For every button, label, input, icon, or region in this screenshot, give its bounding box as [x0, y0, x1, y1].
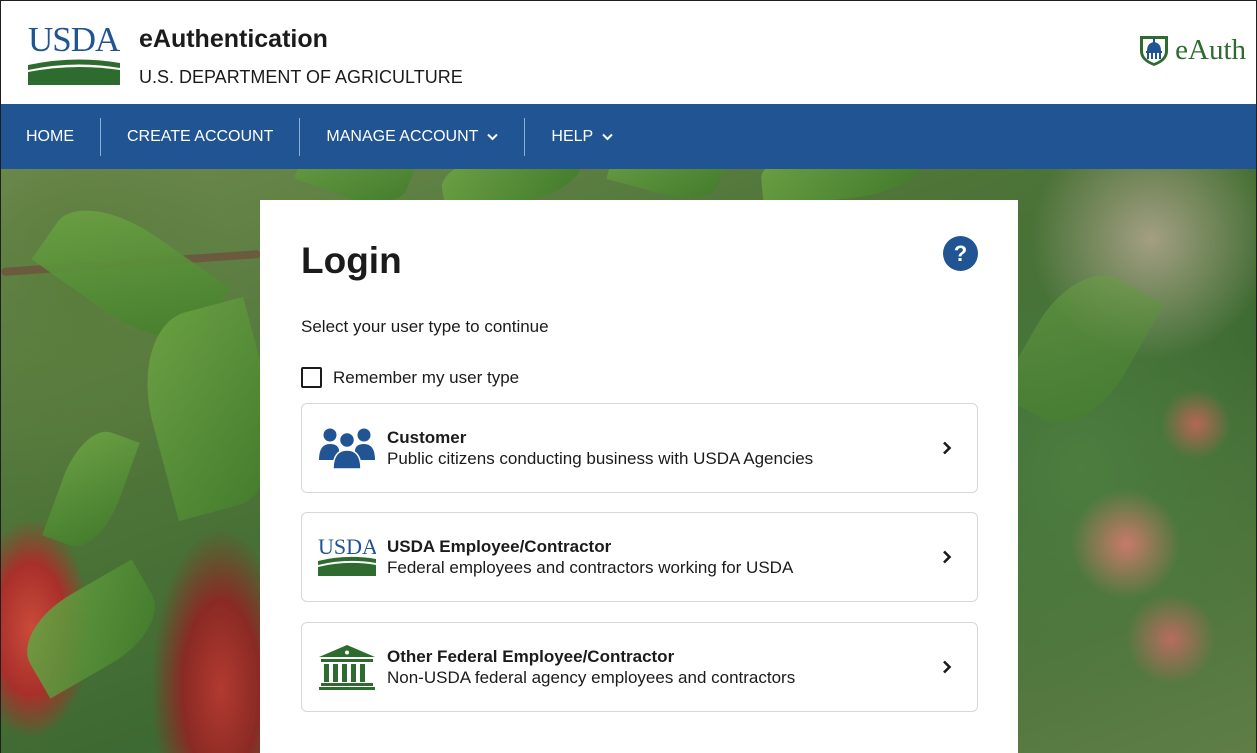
chevron-right-icon — [937, 660, 957, 674]
login-instruction: Select your user type to continue — [301, 317, 549, 336]
option-customer-description: Public citizens conducting business with… — [387, 448, 814, 468]
usda-logo-text: USDA — [28, 20, 120, 59]
option-customer-title: Customer — [387, 427, 467, 447]
option-usda-employee-description: Federal employees and contractors workin… — [387, 557, 794, 577]
site-title: eAuthentication — [139, 25, 328, 53]
remember-checkbox[interactable] — [301, 367, 322, 388]
chevron-down-icon — [602, 133, 613, 140]
chevron-right-icon — [937, 441, 957, 455]
usda-logo-icon: USDA — [316, 532, 378, 582]
option-usda-employee[interactable]: USDA USDA Employee/Contractor Federal em… — [301, 512, 978, 602]
remember-label: Remember my user type — [333, 367, 520, 387]
option-other-federal-title: Other Federal Employee/Contractor — [387, 646, 675, 666]
chevron-right-icon — [937, 550, 957, 564]
usda-icon-text: USDA — [318, 536, 376, 559]
nav-help-label: HELP — [551, 127, 594, 145]
option-usda-employee-title: USDA Employee/Contractor — [387, 536, 612, 556]
site-header: USDA eAuthentication U.S. DEPARTMENT OF … — [1, 1, 1256, 104]
option-other-federal-description: Non-USDA federal agency employees and co… — [387, 667, 796, 687]
nav-create-account[interactable]: CREATE ACCOUNT — [101, 119, 299, 155]
site-subtitle: U.S. DEPARTMENT OF AGRICULTURE — [139, 67, 463, 87]
nav-help[interactable]: HELP — [525, 119, 639, 155]
option-other-federal-employee[interactable]: Other Federal Employee/Contractor Non-US… — [301, 622, 978, 712]
help-icon[interactable]: ? — [943, 236, 978, 271]
remember-user-type[interactable]: Remember my user type — [301, 367, 519, 388]
chevron-down-icon — [487, 133, 499, 140]
main-nav: HOME CREATE ACCOUNT MANAGE ACCOUNT HELP — [1, 104, 1256, 169]
leaf — [42, 422, 140, 556]
login-title: Login — [301, 240, 402, 281]
capitol-shield-icon — [1140, 36, 1169, 66]
federal-building-icon — [316, 642, 378, 692]
nav-home[interactable]: HOME — [1, 119, 100, 155]
nav-manage-account[interactable]: MANAGE ACCOUNT — [300, 119, 524, 155]
option-customer[interactable]: Customer Public citizens conducting busi… — [301, 403, 978, 493]
leaf — [10, 559, 172, 699]
nav-home-label: HOME — [26, 127, 74, 145]
leaf — [997, 254, 1165, 444]
usda-logo[interactable]: USDA — [28, 20, 120, 85]
eauth-logo[interactable]: eAuth — [1137, 33, 1246, 67]
usda-logo-swoosh-icon — [28, 59, 120, 85]
nav-create-account-label: CREATE ACCOUNT — [127, 127, 274, 145]
login-card: Login ? Select your user type to continu… — [260, 200, 1018, 753]
eauth-logo-text: eAuth — [1175, 33, 1246, 66]
nav-manage-account-label: MANAGE ACCOUNT — [326, 127, 479, 145]
people-group-icon — [316, 423, 378, 473]
